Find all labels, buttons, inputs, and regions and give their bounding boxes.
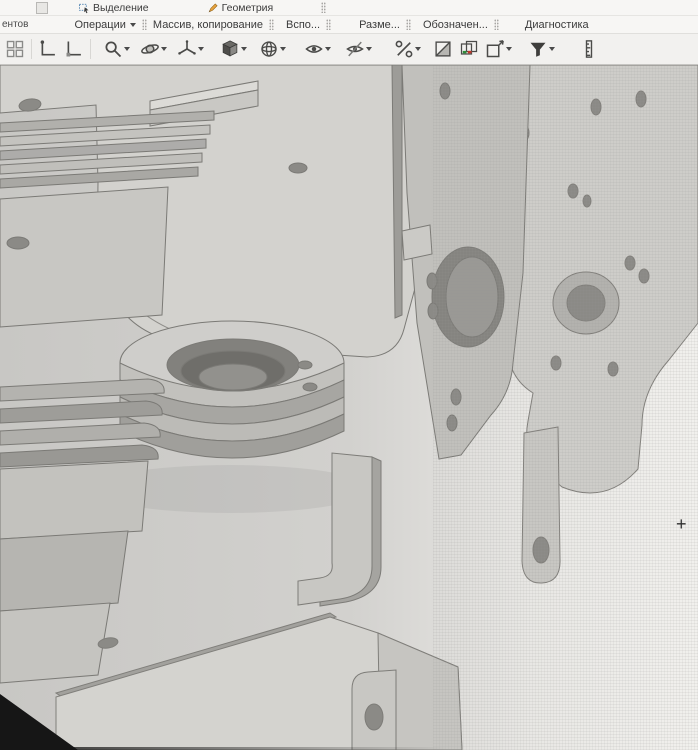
chevron-down-icon	[198, 47, 204, 51]
group-title-label: Массив, копирование	[152, 18, 263, 31]
clip-box-button[interactable]	[482, 36, 515, 62]
local-csys-1-button[interactable]	[35, 36, 61, 62]
group-title-array-copy[interactable]: Массив, копирование	[153, 19, 263, 31]
chevron-down-icon	[280, 47, 286, 51]
ribbon: Выделение Геометрия ентов Операции Масси…	[0, 0, 698, 34]
group-title-label: Разме...	[359, 18, 400, 31]
zones-icon	[460, 40, 478, 55]
orbit-icon	[141, 44, 159, 54]
ribbon-button-row: Выделение Геометрия	[0, 0, 698, 16]
local-csys-2-button[interactable]	[61, 36, 87, 62]
section-view-button[interactable]	[430, 36, 456, 62]
ribbon-button-geometry[interactable]: Геометрия	[207, 1, 274, 14]
monitor-bezel-corner	[0, 694, 78, 750]
group-title-label: Диагностика	[524, 18, 589, 31]
chevron-down-icon	[506, 47, 512, 51]
section-icon	[435, 41, 451, 57]
group-title-diagnostics[interactable]: Диагностика	[525, 19, 589, 31]
orbit-rotate-button[interactable]	[137, 36, 170, 62]
snap-percent-icon	[395, 40, 413, 58]
chevron-down-icon	[325, 47, 331, 51]
left-panel-text-fragment: ентов	[2, 19, 29, 30]
zones-button[interactable]	[456, 36, 482, 62]
ribbon-button-selection[interactable]: Выделение	[78, 2, 149, 14]
partial-button-icon	[36, 1, 48, 14]
group-title-label: Вспо...	[285, 18, 321, 31]
hide-in-components-button[interactable]	[342, 36, 375, 62]
clip-box-icon	[486, 40, 504, 58]
group-title-label: Операции	[74, 18, 126, 31]
ribbon-grip[interactable]	[268, 19, 274, 30]
group-title-auxiliary[interactable]: Вспо...	[286, 19, 320, 31]
panel-grid-button[interactable]	[2, 36, 28, 62]
model-viewport[interactable]	[0, 65, 698, 750]
model-bottom-strap[interactable]	[351, 669, 397, 750]
chevron-down-icon	[129, 22, 136, 27]
toolbar-separator	[31, 39, 32, 59]
chevron-down-icon	[124, 47, 130, 51]
measure-ruler-button[interactable]	[576, 36, 602, 62]
toolbar-separator	[90, 39, 91, 59]
chevron-down-icon	[415, 47, 421, 51]
ribbon-button-label: Выделение	[93, 1, 149, 14]
cube-icon	[222, 40, 238, 57]
local-csys-alt-icon	[66, 41, 81, 57]
ribbon-grip[interactable]	[493, 19, 499, 30]
ribbon-grip[interactable]	[321, 2, 327, 13]
selection-icon	[79, 3, 89, 13]
wireframe-sphere-icon	[261, 41, 277, 57]
show-hide-button[interactable]	[301, 36, 334, 62]
group-title-label: Обозначен...	[422, 18, 488, 31]
ribbon-grip[interactable]	[141, 19, 147, 30]
orientation-cube-button[interactable]	[217, 36, 250, 62]
chevron-down-icon	[241, 47, 247, 51]
coordinate-axes-button[interactable]	[174, 36, 207, 62]
local-csys-icon	[40, 40, 55, 56]
snaps-button[interactable]	[391, 36, 424, 62]
filter-funnel-icon	[530, 42, 546, 57]
group-title-operations[interactable]: Операции	[74, 18, 136, 31]
panel-grid-icon	[6, 40, 24, 58]
view-toolbar	[0, 34, 698, 65]
crosshair-cursor: +	[676, 514, 687, 534]
ruler-icon	[585, 40, 593, 58]
eye-slash-icon	[346, 41, 364, 57]
search-icon	[105, 41, 122, 58]
filter-button[interactable]	[525, 36, 558, 62]
app-window: Выделение Геометрия ентов Операции Масси…	[0, 0, 698, 750]
zoom-button[interactable]	[100, 36, 133, 62]
ribbon-button-label: Геометрия	[221, 1, 274, 14]
chevron-down-icon	[161, 47, 167, 51]
pencil-icon	[208, 2, 218, 12]
eye-icon	[305, 45, 323, 53]
ribbon-grip[interactable]	[405, 19, 411, 30]
group-title-designations[interactable]: Обозначен...	[423, 19, 488, 31]
ribbon-grip[interactable]	[326, 19, 332, 30]
axes-icon	[178, 40, 196, 55]
group-title-dimensions[interactable]: Разме...	[359, 19, 400, 31]
ribbon-group-title-row: ентов Операции Массив, копирование Вспо.…	[0, 16, 698, 34]
chevron-down-icon	[549, 47, 555, 51]
chevron-down-icon	[366, 47, 372, 51]
model-canvas[interactable]: +	[0, 65, 698, 750]
display-wireframe-button[interactable]	[256, 36, 289, 62]
